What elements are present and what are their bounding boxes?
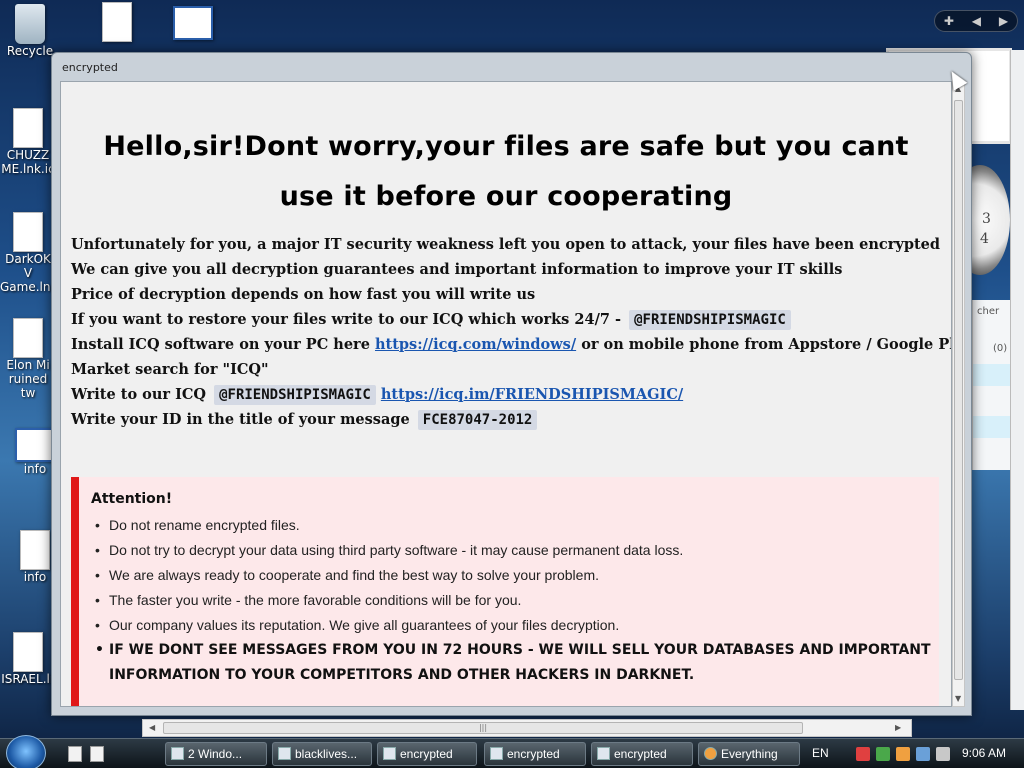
list-item: Do not rename encrypted files. bbox=[95, 513, 939, 538]
next-icon[interactable]: ▶ bbox=[999, 14, 1008, 28]
quick-launch-icon[interactable] bbox=[90, 746, 104, 762]
desktop-icon-chuzzle[interactable]: CHUZZ ME.lnk.ic bbox=[0, 108, 56, 176]
add-gadget-icon[interactable]: ✚ bbox=[944, 14, 954, 28]
list-item: We are always ready to cooperate and fin… bbox=[95, 563, 939, 588]
message-line: Price of decryption depends on how fast … bbox=[71, 286, 536, 303]
volume-icon[interactable] bbox=[936, 747, 950, 761]
window-title: encrypted bbox=[62, 61, 118, 74]
desktop-icon-label: info bbox=[23, 462, 47, 476]
previous-icon[interactable]: ◀ bbox=[972, 14, 981, 28]
desktop-icon-label: info bbox=[23, 570, 47, 584]
list-item: Our company values its reputation. We gi… bbox=[95, 613, 939, 638]
clock-time[interactable]: 9:06 AM bbox=[962, 746, 1006, 760]
desktop-icon-recycle-bin[interactable]: Recycle bbox=[0, 4, 60, 58]
background-window-label: cher bbox=[977, 306, 1000, 317]
message-line: If you want to restore your files write … bbox=[71, 307, 951, 332]
sidebar-gadget-controls[interactable]: ✚ ◀ ▶ bbox=[934, 10, 1018, 32]
taskbar: 2 Windo... blacklives... encrypted encry… bbox=[0, 735, 1024, 768]
message-body: Unfortunately for you, a major IT securi… bbox=[71, 232, 951, 432]
icq-contact-chip: @FRIENDSHIPISMAGIC bbox=[629, 310, 791, 330]
background-window-panel: cher (0) bbox=[972, 300, 1012, 470]
scroll-thumb[interactable]: ||| bbox=[163, 722, 803, 734]
message-line: We can give you all decryption guarantee… bbox=[71, 261, 843, 278]
list-item bbox=[973, 416, 1012, 438]
message-line: Market search for "ICQ" bbox=[71, 361, 269, 378]
document-icon bbox=[13, 632, 43, 672]
application-icon bbox=[278, 747, 291, 760]
scroll-down-icon[interactable]: ▼ bbox=[955, 694, 961, 703]
application-icon bbox=[597, 747, 610, 760]
icq-chat-link[interactable]: https://icq.im/FRIENDSHIPISMAGIC/ bbox=[381, 386, 683, 403]
desktop-icon-label: DarkOK V Game.lnk bbox=[0, 252, 58, 294]
victim-id-chip: FCE87047-2012 bbox=[417, 410, 538, 430]
document-icon bbox=[13, 318, 43, 358]
taskbar-item-encrypted[interactable]: encrypted bbox=[377, 742, 477, 766]
attention-box: Attention! Do not rename encrypted files… bbox=[71, 477, 939, 706]
message-line: Install ICQ software on your PC here htt… bbox=[71, 336, 952, 353]
scroll-left-icon[interactable]: ◀ bbox=[149, 723, 155, 732]
message-line: Write to our ICQ @FRIENDSHIPISMAGIC http… bbox=[71, 385, 684, 405]
page-title: Hello,sir!Dont worry,your files are safe… bbox=[103, 131, 909, 212]
horizontal-scrollbar[interactable]: ◀ ||| ▶ bbox=[142, 719, 912, 737]
taskbar-item-windows-explorer[interactable]: 2 Windo... bbox=[165, 742, 267, 766]
icq-download-link[interactable]: https://icq.com/windows/ bbox=[375, 336, 576, 353]
desktop-icon-elon[interactable]: Elon Mi ruined tw bbox=[0, 318, 56, 400]
icq-contact-chip: @FRIENDSHIPISMAGIC bbox=[214, 385, 376, 405]
document-icon bbox=[13, 212, 43, 252]
start-button[interactable] bbox=[6, 735, 46, 768]
attention-title: Attention! bbox=[91, 491, 173, 507]
taskbar-item-everything[interactable]: Everything bbox=[698, 742, 800, 766]
list-item: The faster you write - the more favorabl… bbox=[95, 588, 939, 613]
attention-list: Do not rename encrypted files. Do not tr… bbox=[91, 513, 939, 688]
vertical-scrollbar[interactable]: ▲ ▼ bbox=[952, 81, 965, 707]
background-window-scrollbar[interactable] bbox=[1010, 50, 1024, 710]
list-item: Do not try to decrypt your data using th… bbox=[95, 538, 939, 563]
list-item bbox=[973, 364, 1012, 386]
desktop-icon-darkok[interactable]: DarkOK V Game.lnk bbox=[0, 212, 58, 294]
application-icon bbox=[490, 747, 503, 760]
message-line: Unfortunately for you, a major IT securi… bbox=[71, 236, 941, 253]
ransom-window: encrypted Hello,sir!Dont worry,your file… bbox=[51, 52, 972, 716]
document-icon bbox=[20, 530, 50, 570]
document-icon bbox=[102, 2, 132, 42]
clock-number: 4 bbox=[980, 231, 989, 247]
desktop-icon-label: CHUZZ ME.lnk.ic bbox=[1, 148, 55, 176]
show-desktop-icon[interactable] bbox=[68, 746, 82, 762]
desktop-icon-label: Recycle bbox=[6, 44, 54, 58]
desktop-icon-label: Elon Mi ruined tw bbox=[6, 358, 50, 400]
search-icon[interactable] bbox=[896, 747, 910, 761]
language-indicator[interactable]: EN bbox=[812, 746, 829, 760]
window-icon bbox=[15, 428, 55, 462]
list-item: IF WE DONT SEE MESSAGES FROM YOU IN 72 H… bbox=[95, 638, 939, 688]
display-icon[interactable] bbox=[916, 747, 930, 761]
message-line: Write your ID in the title of your messa… bbox=[71, 407, 951, 432]
message-content: Hello,sir!Dont worry,your files are safe… bbox=[60, 81, 952, 707]
network-icon[interactable] bbox=[876, 747, 890, 761]
desktop-icon-window[interactable] bbox=[153, 6, 233, 40]
taskbar-item-encrypted[interactable]: encrypted bbox=[484, 742, 586, 766]
scroll-thumb[interactable] bbox=[954, 100, 963, 680]
system-tray bbox=[856, 745, 956, 763]
window-icon bbox=[173, 6, 213, 40]
background-window-count: (0) bbox=[993, 343, 1008, 354]
clock-number: 3 bbox=[982, 211, 991, 227]
desktop-icon-document[interactable] bbox=[77, 2, 157, 42]
desktop-icon-label: ISRAEL.lr bbox=[1, 672, 55, 686]
search-icon bbox=[704, 747, 717, 760]
taskbar-item-encrypted[interactable]: encrypted bbox=[591, 742, 693, 766]
taskbar-item-blacklives[interactable]: blacklives... bbox=[272, 742, 372, 766]
application-icon bbox=[383, 747, 396, 760]
scroll-right-icon[interactable]: ▶ bbox=[895, 723, 901, 732]
desktop-icon-israel[interactable]: ISRAEL.lr bbox=[0, 632, 56, 686]
document-icon bbox=[13, 108, 43, 148]
security-alert-icon[interactable] bbox=[856, 747, 870, 761]
folder-icon bbox=[171, 747, 184, 760]
recycle-bin-icon bbox=[15, 4, 45, 44]
